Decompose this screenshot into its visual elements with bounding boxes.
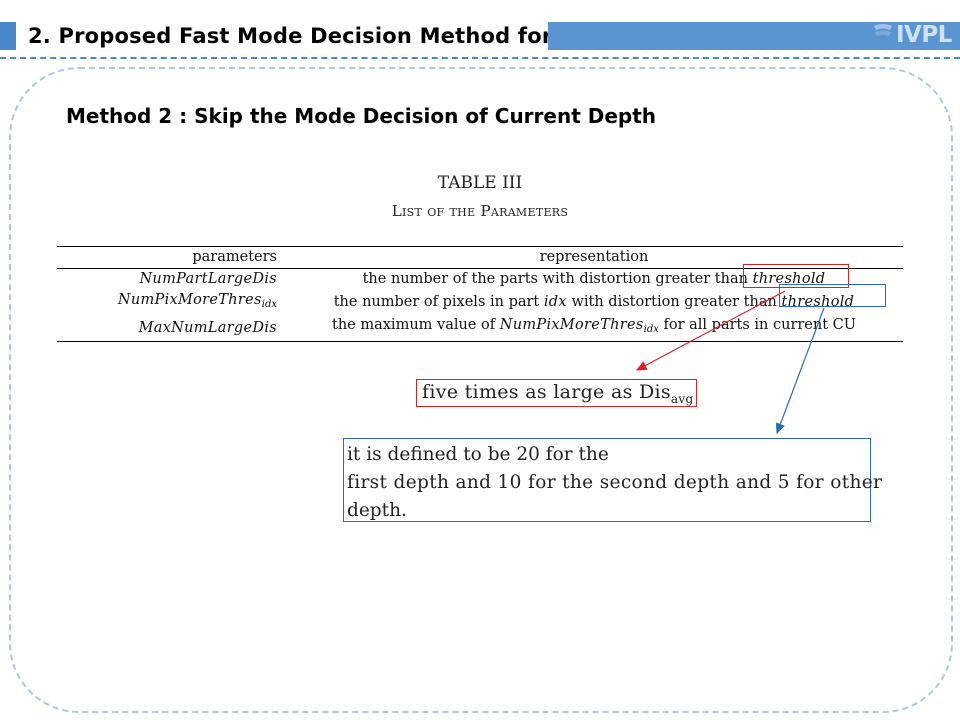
blue-annotation-line: first depth and 10 for the second depth … [347, 472, 883, 493]
parameters-table: parameters representation NumPartLargeDi… [57, 246, 903, 342]
rep-text: the number of pixels in part [333, 294, 540, 310]
representation-cell: the maximum value of NumPixMoreThresidx … [285, 315, 903, 341]
slide-title: 2. Proposed Fast Mode Decision Method fo… [20, 20, 624, 52]
table-subcaption: List of the Parameters [391, 202, 569, 220]
rep-var-subscript: idx [643, 324, 659, 335]
header-accent-stripe [0, 22, 16, 50]
param-name: MaxNumLargeDis [138, 319, 277, 336]
logo-text: IVPL [896, 22, 952, 48]
ivpl-logo-icon [874, 24, 892, 45]
param-cell: MaxNumLargeDis [57, 315, 285, 341]
threshold-highlight-blue [779, 284, 886, 307]
blue-annotation-box: it is defined to be 20 for the first dep… [343, 438, 883, 522]
red-annotation-box: five times as large as Disavg [416, 379, 697, 407]
param-subscript: idx [261, 298, 277, 310]
rep-mid-text: with distortion greater than [571, 294, 777, 310]
ivpl-logo: IVPL [872, 19, 958, 51]
param-cell: NumPartLargeDis [57, 269, 285, 290]
blue-annotation-line: it is defined to be 20 for the [347, 444, 609, 465]
red-annotation-subscript: avg [670, 392, 694, 406]
rep-tail: for all parts in current CU [663, 317, 856, 333]
red-annotation-text: five times as large as Dis [422, 381, 671, 403]
param-name: NumPartLargeDis [139, 271, 277, 287]
rep-var: NumPixMoreThres [499, 317, 644, 333]
method-title: Method 2 : Skip the Mode Decision of Cur… [66, 104, 657, 128]
param-cell: NumPixMoreThresidx [57, 290, 285, 316]
param-name: NumPixMoreThres [117, 291, 262, 308]
header-divider [0, 57, 960, 59]
column-header-parameters: parameters [192, 249, 277, 265]
rep-mid-var: idx [543, 294, 567, 310]
blue-annotation-line: depth. [347, 500, 407, 521]
table-row: MaxNumLargeDis the maximum value of NumP… [57, 315, 903, 341]
rep-text: the maximum value of [332, 317, 496, 333]
rep-text: the number of the parts with distortion … [362, 271, 748, 287]
table-row: NumPixMoreThresidx the number of pixels … [57, 290, 903, 316]
table-caption: TABLE III [437, 173, 523, 193]
